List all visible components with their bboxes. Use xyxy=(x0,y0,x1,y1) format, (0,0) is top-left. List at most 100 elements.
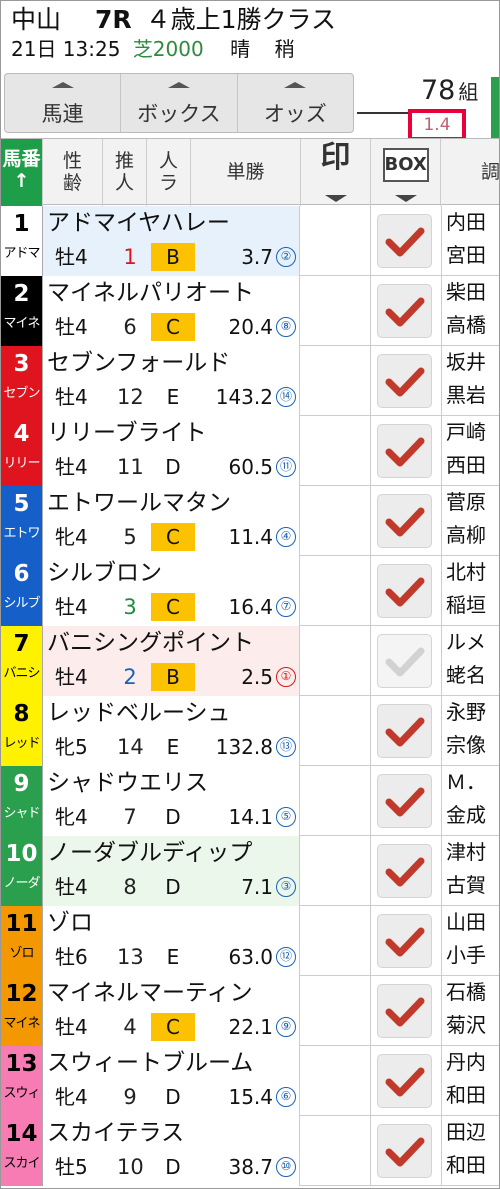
box-checkbox[interactable] xyxy=(377,844,432,898)
horse-row[interactable]: 1 アドマ アドマイヤハレー 牡4 1 B 3.7 ② 内田 宮田 xyxy=(1,206,499,276)
trainer-name: 西田 xyxy=(446,453,486,477)
horse-row[interactable]: 8 レッド レッドベルーシュ 牝5 14 E 132.8 ⑬ 永野 宗像 xyxy=(1,696,499,766)
horse-row[interactable]: 10 ノーダ ノーダブルディップ 牡4 8 D 7.1 ③ 津村 古賀 xyxy=(1,836,499,906)
horse-info: レッドベルーシュ 牝5 14 E 132.8 ⑬ xyxy=(43,696,300,766)
check-icon xyxy=(385,927,425,957)
horse-row[interactable]: 9 シャド シャドウエリス 牝4 7 D 14.1 ⑤ Ｍ． 金成 xyxy=(1,766,499,836)
horse-row[interactable]: 2 マイネ マイネルパリオート 牡4 6 C 20.4 ⑧ 柴田 高橋 xyxy=(1,276,499,346)
jockey-trainer: 永野 宗像 xyxy=(441,696,499,766)
box-checkbox[interactable] xyxy=(377,214,432,268)
mark-cell[interactable] xyxy=(301,206,371,276)
horse-name[interactable]: スウィートブルーム xyxy=(47,1048,253,1078)
box-checkbox[interactable] xyxy=(377,494,432,548)
odds-order: ② xyxy=(276,247,296,267)
race-header: 中山 7R ４歳上1勝クラス xyxy=(11,5,336,35)
col-shirushi[interactable]: 印 xyxy=(301,139,371,206)
odds-order: ④ xyxy=(276,527,296,547)
jockey-trainer: 内田 宮田 xyxy=(441,206,499,276)
horse-name[interactable]: バニシングポイント xyxy=(47,628,254,658)
horse-name[interactable]: シャドウエリス xyxy=(47,768,208,798)
trainer-name: 菊沢 xyxy=(446,1013,486,1037)
mark-cell[interactable] xyxy=(301,416,371,486)
horse-row[interactable]: 11 ゾロ ゾロ 牡6 13 E 63.0 ⑫ 山田 小手 xyxy=(1,906,499,976)
check-icon xyxy=(385,507,425,537)
horse-name[interactable]: マイネルパリオート xyxy=(47,278,254,308)
horse-name[interactable]: ノーダブルディップ xyxy=(47,838,252,868)
horse-info: スウィートブルーム 牝4 9 D 15.4 ⑥ xyxy=(43,1046,300,1116)
combo-odds: 1.4 xyxy=(408,109,466,141)
dropdown-icon xyxy=(394,195,417,202)
horse-row[interactable]: 13 スウィ スウィートブルーム 牝4 9 D 15.4 ⑥ 丹内 和田 xyxy=(1,1046,499,1116)
umaren-button[interactable]: 馬連 xyxy=(5,74,122,132)
horse-name[interactable]: エトワールマタン xyxy=(47,488,231,518)
horse-row[interactable]: 6 シルブ シルブロン 牡4 3 C 16.4 ⑦ 北村 稲垣 xyxy=(1,556,499,626)
gate-number: 12 マイネ xyxy=(1,976,43,1046)
sex-age: 牝5 xyxy=(55,735,88,759)
mark-cell[interactable] xyxy=(301,276,371,346)
mark-cell[interactable] xyxy=(301,486,371,556)
sex-age: 牡4 xyxy=(55,875,88,899)
horse-info: リリーブライト 牡4 11 D 60.5 ⑪ xyxy=(43,416,300,486)
horse-name[interactable]: レッドベルーシュ xyxy=(47,698,231,728)
mark-cell[interactable] xyxy=(301,1046,371,1116)
box-checkbox[interactable] xyxy=(377,564,432,618)
jockey-trainer: 坂井 黒岩 xyxy=(441,346,499,416)
horse-row[interactable]: 5 エトワ エトワールマタン 牝4 5 C 11.4 ④ 菅原 高柳 xyxy=(1,486,499,556)
jockey-trainer: 戸崎 西田 xyxy=(441,416,499,486)
box-checkbox[interactable] xyxy=(377,1124,432,1178)
box-checkbox[interactable] xyxy=(377,704,432,758)
jockey-trainer: 北村 稲垣 xyxy=(441,556,499,626)
mark-cell[interactable] xyxy=(301,836,371,906)
win-odds: 22.1 xyxy=(228,1015,273,1039)
mark-cell[interactable] xyxy=(301,906,371,976)
odds-button[interactable]: オッズ xyxy=(238,74,353,132)
mark-cell[interactable] xyxy=(301,696,371,766)
box-checkbox[interactable] xyxy=(377,774,432,828)
rank-badge: D xyxy=(165,455,181,479)
horse-row[interactable]: 14 スカイ スカイテラス 牡5 10 D 38.7 ⑩ 田辺 和田 xyxy=(1,1116,499,1186)
box-checkbox[interactable] xyxy=(377,634,432,688)
recommend-pop: 5 xyxy=(123,525,137,549)
box-checkbox[interactable] xyxy=(377,284,432,338)
box-checkbox[interactable] xyxy=(377,984,432,1038)
mark-cell[interactable] xyxy=(301,556,371,626)
horse-row[interactable]: 3 セブン セブンフォールド 牡4 12 E 143.2 ⑭ 坂井 黒岩 xyxy=(1,346,499,416)
odds-order: ⑧ xyxy=(276,317,296,337)
horse-row[interactable]: 7 バニシ バニシングポイント 牡4 2 B 2.5 ① ルメ 蛯名 xyxy=(1,626,499,696)
check-icon xyxy=(385,227,425,257)
mark-cell[interactable] xyxy=(301,346,371,416)
box-button[interactable]: ボックス xyxy=(121,74,238,132)
sex-age: 牡4 xyxy=(55,385,88,409)
box-checkbox[interactable] xyxy=(377,1054,432,1108)
horse-info: シルブロン 牡4 3 C 16.4 ⑦ xyxy=(43,556,300,626)
col-umaban[interactable]: 馬番↑ xyxy=(1,139,43,206)
side-accent xyxy=(491,77,499,139)
mark-cell[interactable] xyxy=(301,766,371,836)
horse-name[interactable]: アドマイヤハレー xyxy=(47,208,230,238)
trainer-name: 和田 xyxy=(446,1153,486,1177)
horse-name[interactable]: セブンフォールド xyxy=(47,348,230,378)
col-suijin: 推人 xyxy=(103,139,147,206)
odds-order: ⑥ xyxy=(276,1087,296,1107)
odds-order: ⑭ xyxy=(276,387,296,407)
mark-cell[interactable] xyxy=(301,1116,371,1186)
horse-name[interactable]: スカイテラス xyxy=(47,1118,184,1148)
horse-name[interactable]: マイネルマーティン xyxy=(47,978,253,1008)
mark-cell[interactable] xyxy=(301,976,371,1046)
mark-cell[interactable] xyxy=(301,626,371,696)
col-box[interactable]: BOX xyxy=(371,139,441,206)
box-checkbox[interactable] xyxy=(377,354,432,408)
horse-row[interactable]: 12 マイネ マイネルマーティン 牡4 4 C 22.1 ⑨ 石橋 菊沢 xyxy=(1,976,499,1046)
gate-number: 1 アドマ xyxy=(1,206,43,276)
box-icon: BOX xyxy=(382,148,429,182)
sex-age: 牝4 xyxy=(55,525,88,549)
horse-name[interactable]: ゾロ xyxy=(47,908,93,938)
date-time: 21日 13:25 xyxy=(11,37,121,61)
horse-name[interactable]: リリーブライト xyxy=(47,418,207,448)
box-checkbox[interactable] xyxy=(377,914,432,968)
win-odds: 2.5 xyxy=(241,665,273,689)
horse-row[interactable]: 4 リリー リリーブライト 牡4 11 D 60.5 ⑪ 戸崎 西田 xyxy=(1,416,499,486)
odds-order: ⑫ xyxy=(276,947,296,967)
box-checkbox[interactable] xyxy=(377,424,432,478)
horse-name[interactable]: シルブロン xyxy=(47,558,162,588)
